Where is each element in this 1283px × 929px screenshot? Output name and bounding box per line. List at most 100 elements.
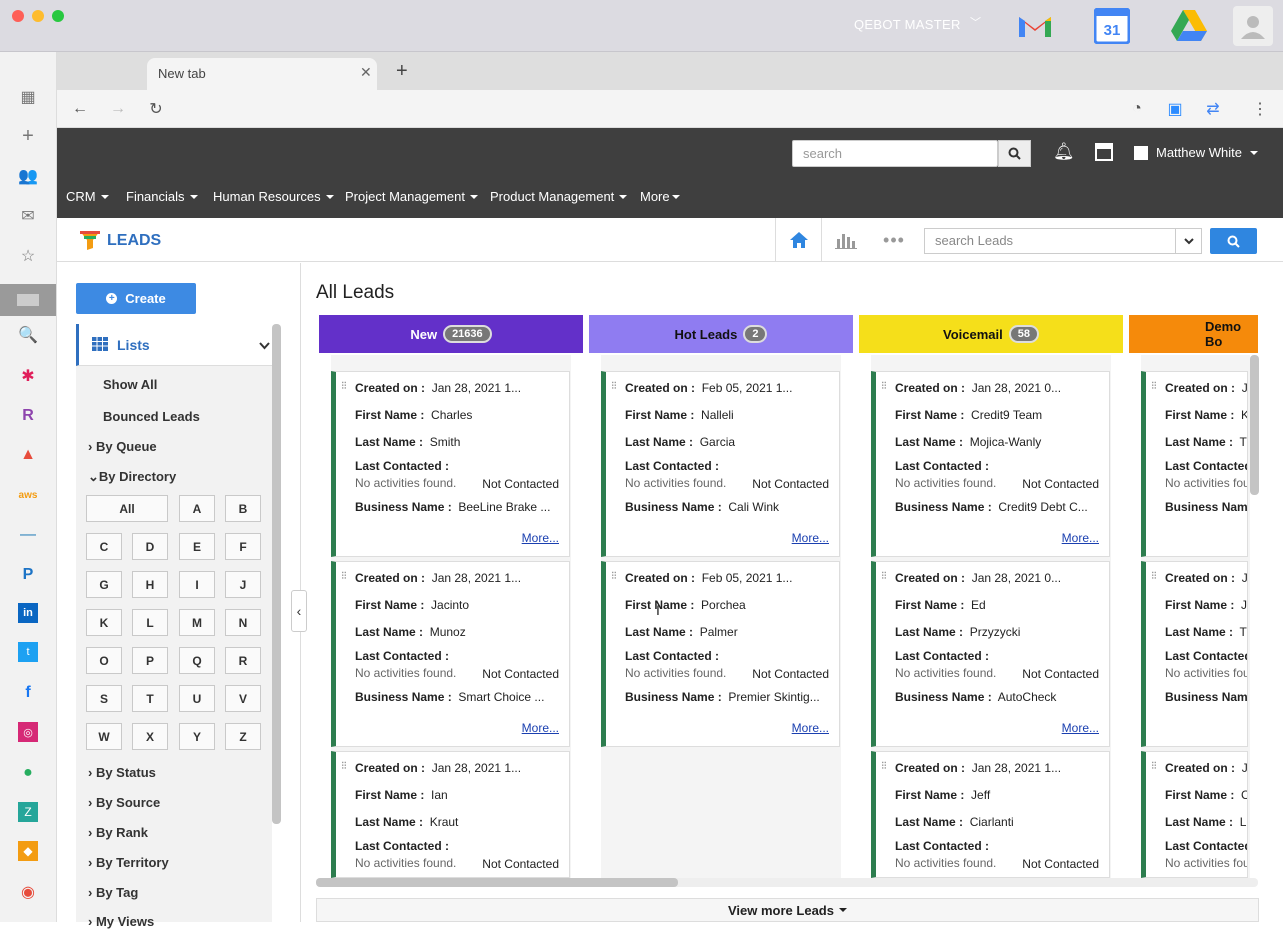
- directory-letter-x[interactable]: Q: [179, 647, 215, 674]
- dash-app-icon[interactable]: —: [14, 524, 42, 546]
- directory-letter-x[interactable]: C: [86, 533, 122, 560]
- collapse-sidebar-button[interactable]: ‹: [291, 590, 307, 632]
- forward-icon[interactable]: →: [106, 90, 130, 128]
- mail-icon[interactable]: ✉: [14, 205, 42, 227]
- by-tag-filter[interactable]: › By Tag: [88, 885, 138, 900]
- search-app-icon[interactable]: 🔍: [14, 324, 42, 346]
- nav-crm[interactable]: CRM: [66, 189, 109, 204]
- card-more-link[interactable]: More...: [1062, 531, 1099, 545]
- directory-letter-x[interactable]: R: [225, 647, 261, 674]
- speed-icon[interactable]: ◔: [1125, 90, 1149, 128]
- sidebar-scrollbar[interactable]: [272, 324, 281, 824]
- zoom-window-button[interactable]: [52, 10, 64, 22]
- card-more-link[interactable]: More...: [522, 531, 559, 545]
- column-header[interactable]: Hot Leads 2: [589, 315, 853, 353]
- directory-letter-x[interactable]: E: [179, 533, 215, 560]
- nav-human-resources[interactable]: Human Resources: [213, 189, 334, 204]
- directory-letter-x[interactable]: J: [225, 571, 261, 598]
- directory-letter-x[interactable]: Z: [225, 723, 261, 750]
- nav-product-management[interactable]: Product Management: [490, 189, 628, 204]
- minimize-window-button[interactable]: [32, 10, 44, 22]
- bell-icon[interactable]: 🔔︎: [1053, 142, 1075, 162]
- directory-letter-x[interactable]: G: [86, 571, 122, 598]
- drag-handle-icon[interactable]: ⁝⁝: [1151, 381, 1157, 392]
- a-app-icon[interactable]: ▲: [14, 444, 42, 466]
- nav-project-management[interactable]: Project Management: [345, 189, 478, 204]
- new-tab-icon[interactable]: +: [396, 60, 408, 83]
- column-header[interactable]: New 21636: [319, 315, 583, 353]
- view-more-leads-button[interactable]: View more Leads: [316, 898, 1259, 922]
- card-more-link[interactable]: More...: [1062, 721, 1099, 735]
- drag-handle-icon[interactable]: ⁝⁝: [1151, 761, 1157, 772]
- aws-icon[interactable]: aws: [14, 484, 42, 506]
- browser-tab[interactable]: New tab ✕: [147, 58, 377, 90]
- bounced-leads-link[interactable]: Bounced Leads: [103, 409, 200, 424]
- app-name[interactable]: QEBOT MASTER: [854, 17, 961, 32]
- horizontal-scrollbar[interactable]: [316, 878, 678, 887]
- menu-dots-icon[interactable]: ⋮: [1248, 90, 1272, 128]
- drag-handle-icon[interactable]: ⁝⁝: [881, 381, 887, 392]
- directory-letter-x[interactable]: L: [132, 609, 168, 636]
- store-front-icon[interactable]: [1095, 143, 1113, 161]
- lead-card[interactable]: ⁝⁝ Created on : Jan 28, 2021 0... First Na…: [871, 371, 1110, 557]
- drag-handle-icon[interactable]: ⁝⁝: [881, 761, 887, 772]
- directory-letter-all[interactable]: All: [86, 495, 168, 522]
- by-territory-filter[interactable]: › By Territory: [88, 855, 169, 870]
- lead-card[interactable]: ⁝⁝ Created on : Jan 28, 2021 1... First Na…: [871, 751, 1110, 878]
- lead-search-dropdown[interactable]: [1176, 228, 1202, 254]
- create-button[interactable]: + Create: [76, 283, 196, 314]
- add-icon[interactable]: +: [14, 125, 42, 147]
- directory-letter-x[interactable]: W: [86, 723, 122, 750]
- directory-letter-x[interactable]: Y: [179, 723, 215, 750]
- drive-icon[interactable]: [1169, 6, 1209, 46]
- home-view-button[interactable]: [776, 218, 822, 262]
- directory-letter-x[interactable]: U: [179, 685, 215, 712]
- card-more-link[interactable]: More...: [522, 721, 559, 735]
- lead-card[interactable]: ⁝⁝ Created on : Feb 05, 2021 1... First Na…: [601, 561, 840, 747]
- card-more-link[interactable]: More...: [792, 721, 829, 735]
- zoom-extension-icon[interactable]: ▣: [1163, 90, 1187, 128]
- drag-handle-icon[interactable]: ⁝⁝: [341, 571, 347, 582]
- lead-card[interactable]: ⁝⁝ Created on : Jan 28, 2021 1... First Na…: [331, 371, 570, 557]
- show-all-link[interactable]: Show All: [103, 377, 157, 392]
- user-menu[interactable]: Matthew White: [1134, 145, 1258, 160]
- back-icon[interactable]: ←: [68, 90, 92, 128]
- by-source-filter[interactable]: › By Source: [88, 795, 160, 810]
- lists-header[interactable]: Lists: [76, 324, 272, 366]
- column-header[interactable]: Voicemail 58: [859, 315, 1123, 353]
- lead-card[interactable]: ⁝⁝ Created on : Jan 28, 2021 1... First Na…: [331, 561, 570, 747]
- drag-handle-icon[interactable]: ⁝⁝: [881, 571, 887, 582]
- directory-letter-x[interactable]: S: [86, 685, 122, 712]
- by-directory-filter[interactable]: ⌄By Directory: [88, 469, 176, 485]
- directory-letter-x[interactable]: H: [132, 571, 168, 598]
- slack-icon[interactable]: ✱: [14, 365, 42, 387]
- twitter-icon[interactable]: t: [18, 642, 38, 662]
- instagram-icon[interactable]: ◎: [18, 722, 38, 742]
- drag-handle-icon[interactable]: ⁝⁝: [1151, 571, 1157, 582]
- lead-card[interactable]: ⁝⁝ Created on : Jan 28, 2021 0... First Na…: [871, 561, 1110, 747]
- orange-app-icon[interactable]: ◆: [18, 841, 38, 861]
- directory-letter-x[interactable]: T: [132, 685, 168, 712]
- directory-letter-x[interactable]: D: [132, 533, 168, 560]
- nav-financials[interactable]: Financials: [126, 189, 198, 204]
- chart-view-button[interactable]: [822, 218, 870, 262]
- drag-handle-icon[interactable]: ⁝⁝: [611, 571, 617, 582]
- facebook-icon[interactable]: f: [14, 682, 42, 704]
- directory-letter-x[interactable]: F: [225, 533, 261, 560]
- directory-letter-x[interactable]: O: [86, 647, 122, 674]
- user-avatar-icon[interactable]: [1233, 6, 1273, 46]
- chevron-down-icon[interactable]: ﹀: [970, 14, 981, 30]
- gmail-icon[interactable]: [1015, 6, 1055, 46]
- lead-search-button[interactable]: [1210, 228, 1257, 254]
- directory-letter-x[interactable]: B: [225, 495, 261, 522]
- lead-card[interactable]: ⁝⁝ Created on : Feb 05, 2021 1... First Na…: [601, 371, 840, 557]
- directory-letter-x[interactable]: M: [179, 609, 215, 636]
- team-icon[interactable]: 👥: [14, 165, 42, 187]
- star-icon[interactable]: ☆: [14, 245, 42, 267]
- card-more-link[interactable]: More...: [792, 531, 829, 545]
- lead-card[interactable]: ⁝⁝ Created on : Ja First Name : Je Last Nam…: [1141, 561, 1248, 747]
- nav-more[interactable]: More: [640, 189, 680, 204]
- directory-letter-x[interactable]: A: [179, 495, 215, 522]
- drag-handle-icon[interactable]: ⁝⁝: [341, 761, 347, 772]
- r-app-icon[interactable]: R: [14, 405, 42, 427]
